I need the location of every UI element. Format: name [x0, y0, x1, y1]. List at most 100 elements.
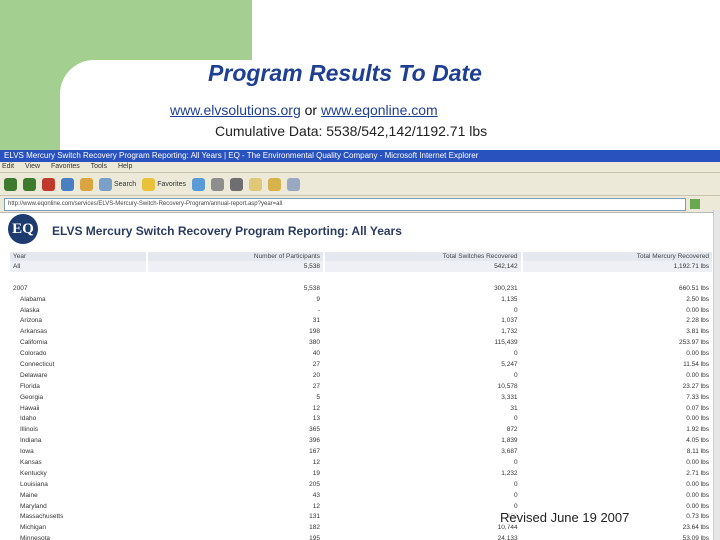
cell-name: Michigan: [20, 524, 47, 532]
folder-icon[interactable]: [267, 177, 281, 191]
cell-mercury: 253.97 lbs: [679, 339, 709, 347]
browser-toolbar: Search Favorites: [0, 173, 720, 196]
cell-name: Alaska: [20, 306, 40, 314]
cell-name: Minnesota: [20, 535, 50, 540]
table-row: Delaware 20 0 0.00 lbs: [10, 370, 712, 381]
cell-switches: 10,744: [497, 524, 518, 532]
cell-name: Colorado: [20, 350, 47, 358]
cell-name: Florida: [20, 382, 40, 390]
cell-name: Georgia: [20, 393, 44, 401]
menu-item-tools[interactable]: Tools: [91, 163, 107, 170]
cell-mercury: 8.11 lbs: [686, 448, 709, 456]
cell-participants: -: [317, 306, 320, 314]
menu-item-favorites[interactable]: Favorites: [51, 163, 80, 170]
table-row: Kansas 12 0 0.00 lbs: [10, 457, 712, 468]
table-row: Alaska - 0 0.00 lbs: [10, 305, 712, 316]
cell-switches: 0: [513, 306, 518, 314]
cell-participants: 27: [312, 360, 320, 368]
table-row-year: 2007 5,538 300,231 660.51 lbs: [10, 283, 712, 294]
mail-icon[interactable]: [210, 177, 224, 191]
column-header-mercury: Total Mercury Recovered: [522, 252, 712, 261]
cell-switches: 332: [325, 511, 521, 522]
cell-switches: 872: [506, 426, 518, 434]
cell-participants: 19: [312, 469, 320, 477]
cell-mercury: 53.09 lbs: [682, 535, 709, 540]
print-icon[interactable]: [229, 177, 243, 191]
cell-name: Hawaii: [20, 404, 40, 412]
link-separator: or: [304, 102, 318, 118]
cell-participants: 396: [309, 437, 320, 445]
table-row: Iowa 167 3,687 8.11 lbs: [10, 446, 712, 457]
stop-icon[interactable]: [42, 177, 55, 191]
cell-mercury: 3.81 lbs: [686, 328, 709, 336]
cell-switches: 1,232: [501, 469, 518, 477]
column-header-participants: Number of Participants: [148, 252, 323, 261]
search-button-label: Search: [114, 180, 137, 188]
cell-participants: 182: [309, 524, 320, 532]
cell-name: Alabama: [20, 295, 46, 303]
revised-date: Revised June 19 2007: [500, 510, 630, 525]
forward-icon[interactable]: [23, 177, 36, 191]
cell-name: Iowa: [20, 448, 34, 456]
cell-switches: 0: [513, 371, 518, 379]
cell-participants: 12: [312, 404, 320, 412]
menu-item-help[interactable]: Help: [118, 163, 132, 170]
cell-name: Louisiana: [20, 480, 48, 488]
column-header-year: Year: [10, 252, 147, 261]
browser-title-bar: ELVS Mercury Switch Recovery Program Rep…: [0, 150, 720, 162]
cell-name: California: [20, 339, 48, 347]
table-row: Alabama 9 1,135 2.50 lbs: [10, 294, 712, 305]
cell-mercury: 11.54 lbs: [683, 360, 709, 368]
menu-item-edit[interactable]: Edit: [2, 163, 14, 170]
home-icon[interactable]: [80, 177, 93, 191]
cell-mercury: 0.00 lbs: [686, 371, 709, 379]
cell-mercury: 1,192.71 lbs: [522, 261, 712, 272]
cell-mercury: 0.00 lbs: [686, 480, 709, 488]
cell-switches: 5,247: [501, 360, 518, 368]
menu-item-view[interactable]: View: [25, 163, 40, 170]
cell-name: Connecticut: [20, 360, 55, 368]
cell-mercury: 0.00 lbs: [686, 350, 709, 358]
edit-icon[interactable]: [248, 177, 262, 191]
discuss-icon[interactable]: [286, 177, 300, 191]
table-row: Arkansas 198 1,732 3.81 lbs: [10, 326, 712, 337]
cell-participants: 40: [312, 350, 320, 358]
cell-mercury: 4.05 lbs: [686, 437, 709, 445]
vertical-scrollbar[interactable]: [713, 210, 720, 540]
cell-switches: 3,331: [501, 393, 518, 401]
table-row-all: All 5,538 542,142 1,192.71 lbs: [10, 261, 712, 272]
cell-participants: 12: [312, 458, 320, 466]
cell-participants: 195: [309, 535, 320, 540]
cell-switches: 1,732: [501, 328, 518, 336]
eqonline-link[interactable]: www.eqonline.com: [321, 102, 438, 118]
refresh-icon[interactable]: [61, 177, 74, 191]
elvsolutions-link[interactable]: www.elvsolutions.org: [170, 102, 301, 118]
cell-name: Idaho: [20, 415, 37, 423]
table-row: Indiana 396 1,839 4.05 lbs: [10, 435, 712, 446]
cell-name: Maryland: [20, 502, 47, 510]
history-icon[interactable]: [191, 177, 205, 191]
cell-name: Kentucky: [20, 469, 47, 477]
table-row: Minnesota 195 24,133 53.09 lbs: [10, 533, 712, 540]
cell-switches: 115,439: [494, 339, 518, 347]
search-button[interactable]: Search: [99, 177, 137, 191]
go-button[interactable]: [690, 199, 700, 209]
cell-mercury: 0.00 lbs: [686, 491, 709, 499]
report-content: EQ ELVS Mercury Switch Recovery Program …: [8, 212, 714, 540]
table-header-row: Year Number of Participants Total Switch…: [10, 252, 712, 261]
cell-switches: 1,037: [501, 317, 518, 325]
back-icon[interactable]: [4, 177, 17, 191]
address-bar: http://www.eqonline.com/services/ELVS-Me…: [0, 196, 720, 213]
cell-mercury: 0.00 lbs: [686, 415, 709, 423]
column-header-switches: Total Switches Recovered: [325, 252, 521, 261]
cell-mercury: 7.33 lbs: [686, 393, 709, 401]
address-input[interactable]: http://www.eqonline.com/services/ELVS-Me…: [4, 197, 686, 211]
cell-name: 2007: [13, 284, 28, 292]
favorites-button[interactable]: Favorites: [142, 177, 186, 191]
cell-participants: 198: [309, 328, 320, 336]
table-row: Florida 27 10,578 23.27 lbs: [10, 381, 712, 392]
cell-participants: 380: [309, 339, 320, 347]
table-row: Louisiana 205 0 0.00 lbs: [10, 479, 712, 490]
cell-participants: 9: [316, 295, 320, 303]
report-header: EQ ELVS Mercury Switch Recovery Program …: [8, 212, 714, 252]
